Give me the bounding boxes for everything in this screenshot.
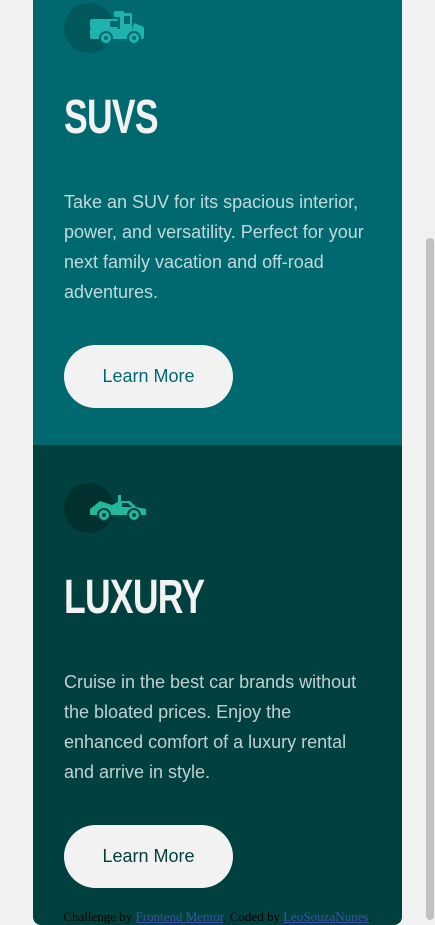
learn-more-button[interactable]: Learn More — [64, 825, 233, 888]
attribution-suffix: . — [368, 909, 372, 924]
attribution: Challenge by Frontend Mentor. Coded by L… — [0, 908, 435, 925]
suv-car-icon — [64, 3, 148, 53]
card-description: Cruise in the best car brands without th… — [64, 672, 357, 782]
learn-more-button[interactable]: Learn More — [64, 345, 233, 408]
attribution-middle: . Coded by — [223, 909, 284, 924]
suvs-card: SUVs Take an SUV for its spacious interi… — [33, 0, 402, 445]
scrollbar-thumb[interactable] — [426, 238, 434, 920]
scrollbar-track[interactable] — [424, 0, 435, 925]
author-link[interactable]: LeoSouzaNunes — [283, 909, 368, 924]
luxury-car-icon — [64, 483, 148, 533]
card-title: Luxury — [64, 571, 205, 624]
card-description: Take an SUV for its spacious interior, p… — [64, 192, 364, 302]
frontend-mentor-link[interactable]: Frontend Mentor — [136, 909, 224, 924]
luxury-card: Luxury Cruise in the best car brands wit… — [33, 445, 402, 925]
attribution-prefix: Challenge by — [63, 909, 136, 924]
card-title: SUVs — [64, 91, 159, 144]
